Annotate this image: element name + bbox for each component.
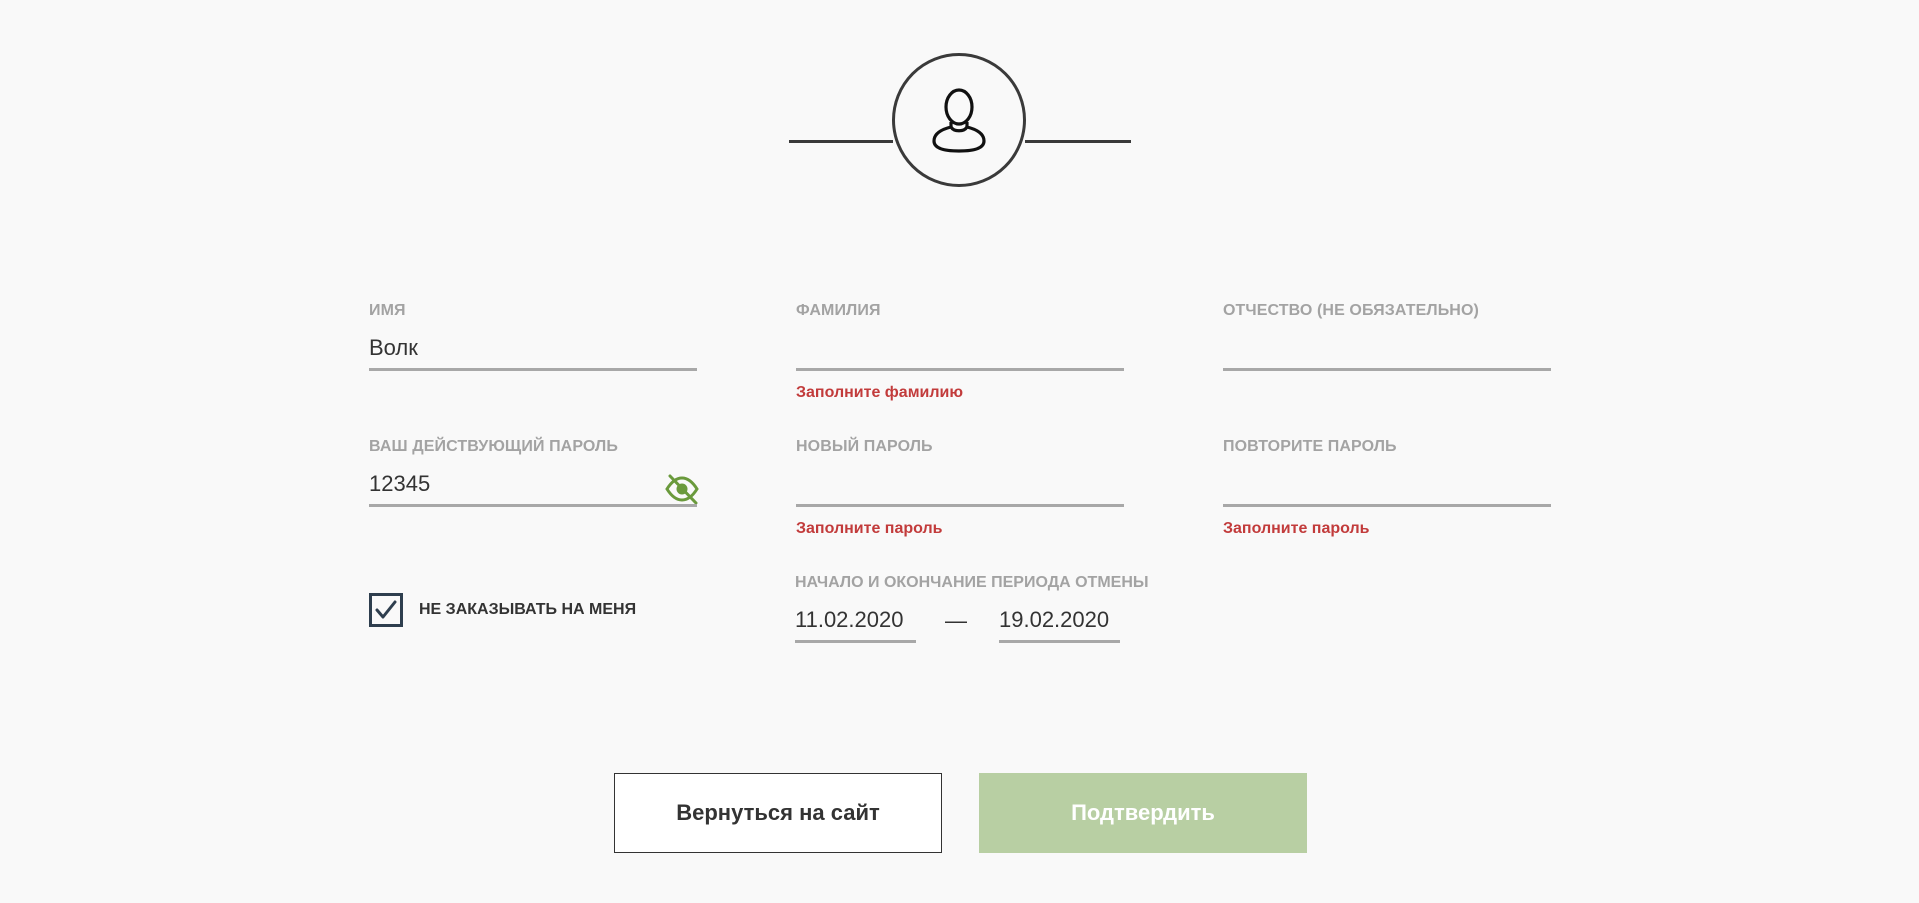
no-order-checkbox-label: НЕ ЗАКАЗЫВАТЬ НА МЕНЯ — [419, 601, 637, 618]
cancel-period-field: НАЧАЛО И ОКОНЧАНИЕ ПЕРИОДА ОТМЕНЫ — — [795, 574, 1149, 654]
repeat-password-error: Заполните пароль — [1223, 520, 1370, 537]
period-separator: — — [945, 608, 967, 633]
period-start-input[interactable] — [795, 600, 916, 643]
new-password-error: Заполните пароль — [796, 520, 943, 537]
current-password-label: ВАШ ДЕЙСТВУЮЩИЙ ПАРОЛЬ — [369, 438, 618, 455]
new-password-input[interactable] — [796, 464, 1124, 507]
avatar — [892, 53, 1026, 187]
eye-off-icon — [665, 474, 699, 504]
last-name-label: ФАМИЛИЯ — [796, 302, 881, 319]
repeat-password-input[interactable] — [1223, 464, 1551, 507]
confirm-button[interactable]: Подтвердить — [979, 773, 1307, 853]
avatar-divider-left — [789, 140, 893, 143]
repeat-password-label: ПОВТОРИТЕ ПАРОЛЬ — [1223, 438, 1397, 455]
period-end-input[interactable] — [999, 600, 1120, 643]
new-password-label: НОВЫЙ ПАРОЛЬ — [796, 438, 933, 455]
middle-name-input[interactable] — [1223, 328, 1551, 371]
checkmark-icon — [375, 600, 397, 619]
user-icon — [932, 88, 986, 153]
last-name-error: Заполните фамилию — [796, 384, 964, 401]
password-visibility-toggle[interactable] — [665, 474, 699, 504]
back-to-site-button[interactable]: Вернуться на сайт — [614, 773, 942, 853]
first-name-label: ИМЯ — [369, 302, 406, 319]
last-name-input[interactable] — [796, 328, 1124, 371]
checkbox-box[interactable] — [369, 593, 403, 627]
first-name-input[interactable] — [369, 328, 697, 371]
cancel-period-label: НАЧАЛО И ОКОНЧАНИЕ ПЕРИОДА ОТМЕНЫ — [795, 574, 1149, 591]
profile-form-page: ИМЯ ФАМИЛИЯ Заполните фамилию ОТЧЕСТВО (… — [0, 0, 1919, 903]
no-order-checkbox[interactable]: НЕ ЗАКАЗЫВАТЬ НА МЕНЯ — [369, 593, 636, 627]
current-password-input[interactable] — [369, 464, 697, 507]
middle-name-label: ОТЧЕСТВО (НЕ ОБЯЗАТЕЛЬНО) — [1223, 302, 1479, 319]
avatar-divider-right — [1025, 140, 1131, 143]
